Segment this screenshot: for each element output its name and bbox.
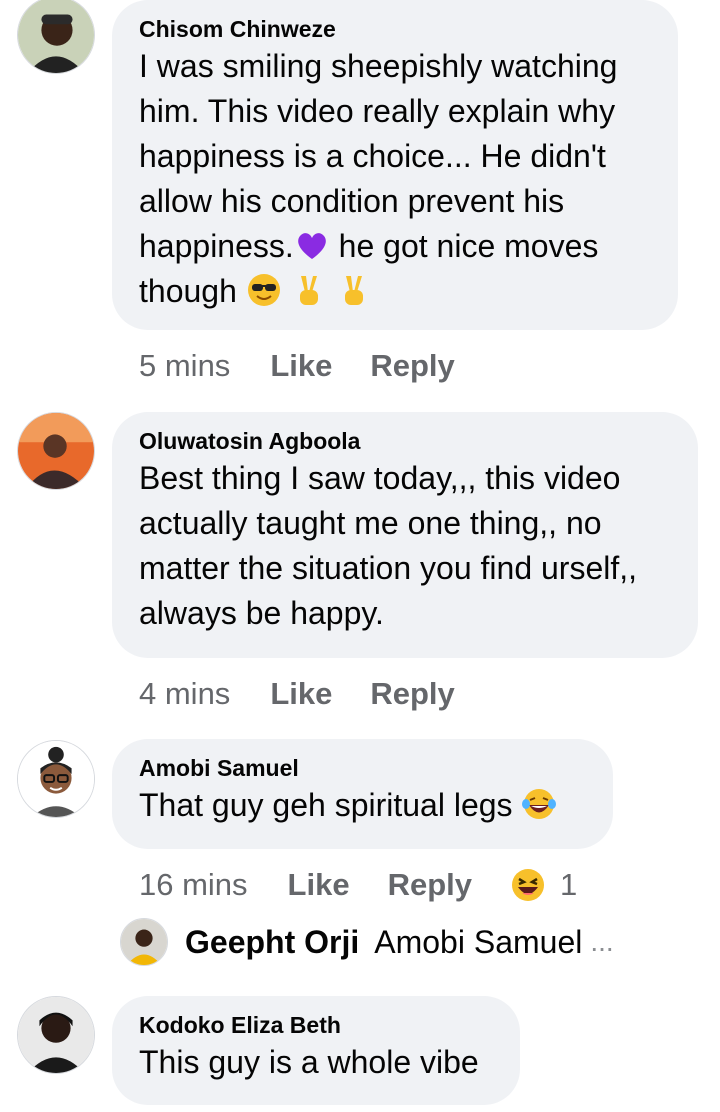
comment-author[interactable]: Kodoko Eliza Beth (139, 1010, 492, 1040)
comment-author[interactable]: Oluwatosin Agboola (139, 426, 670, 456)
timestamp[interactable]: 16 mins (139, 865, 248, 905)
reply-ellipsis: ... (590, 926, 614, 957)
reply-snippet: Amobi Samuel (374, 923, 583, 960)
comment-actions: 16 mins Like Reply 1 (139, 865, 577, 905)
reply-button[interactable]: Reply (388, 865, 472, 905)
avatar[interactable] (120, 918, 168, 966)
comment-author[interactable]: Chisom Chinweze (139, 14, 650, 44)
comment-text: he got nice moves (329, 228, 599, 264)
haha-reaction-icon (510, 867, 546, 903)
like-button[interactable]: Like (288, 865, 350, 905)
timestamp[interactable]: 5 mins (139, 346, 230, 386)
comment-text-line: I was smiling sheepishly watching (139, 48, 618, 84)
purple-heart-icon (294, 227, 330, 263)
reaction-summary[interactable]: 1 (510, 865, 577, 905)
comment-text-line: This guy is a whole vibe (139, 1044, 479, 1080)
like-button[interactable]: Like (270, 674, 332, 714)
comment-author[interactable]: Amobi Samuel (139, 753, 585, 783)
comment-text-line: happiness is a choice... He didn't (139, 138, 606, 174)
comment-text-line: though (139, 269, 650, 314)
tears-of-joy-icon (521, 786, 557, 822)
comment-text: though (139, 273, 246, 309)
comment-bubble: Chisom Chinweze I was smiling sheepishly… (112, 0, 678, 330)
avatar[interactable] (17, 412, 95, 490)
comment-text-line: actually taught me one thing,, no (139, 505, 602, 541)
comment-text-line: always be happy. (139, 595, 384, 631)
comment-text-line: matter the situation you find urself,, (139, 550, 638, 586)
comment-bubble: Amobi Samuel That guy geh spiritual legs (112, 739, 613, 849)
comment-text-line: allow his condition prevent his (139, 183, 565, 219)
reply-preview[interactable]: Geepht Orji Amobi Samuel ... (120, 918, 614, 966)
reply-button[interactable]: Reply (370, 346, 454, 386)
comment-text-line: him. This video really explain why (139, 93, 616, 129)
victory-hand-icon (336, 272, 372, 308)
comment-text-line: happiness. he got nice moves (139, 224, 650, 269)
comment-bubble: Kodoko Eliza Beth This guy is a whole vi… (112, 996, 520, 1105)
avatar[interactable] (17, 740, 95, 818)
avatar[interactable] (17, 0, 95, 74)
comment-bubble: Oluwatosin Agboola Best thing I saw toda… (112, 412, 698, 658)
avatar[interactable] (17, 996, 95, 1074)
like-button[interactable]: Like (270, 346, 332, 386)
comment-text: That guy geh spiritual legs (139, 787, 522, 823)
sunglasses-face-icon (246, 272, 282, 308)
reply-button[interactable]: Reply (370, 674, 454, 714)
comment-text-line: Best thing I saw today,,, this video (139, 460, 621, 496)
comment-actions: 5 mins Like Reply (139, 346, 493, 386)
comment-actions: 4 mins Like Reply (139, 674, 493, 714)
comment-text: happiness. (139, 228, 294, 264)
victory-hand-icon (291, 272, 327, 308)
reply-author[interactable]: Geepht Orji (185, 924, 359, 961)
reaction-count: 1 (560, 867, 578, 902)
timestamp[interactable]: 4 mins (139, 674, 230, 714)
comment-text-line: That guy geh spiritual legs (139, 783, 585, 828)
